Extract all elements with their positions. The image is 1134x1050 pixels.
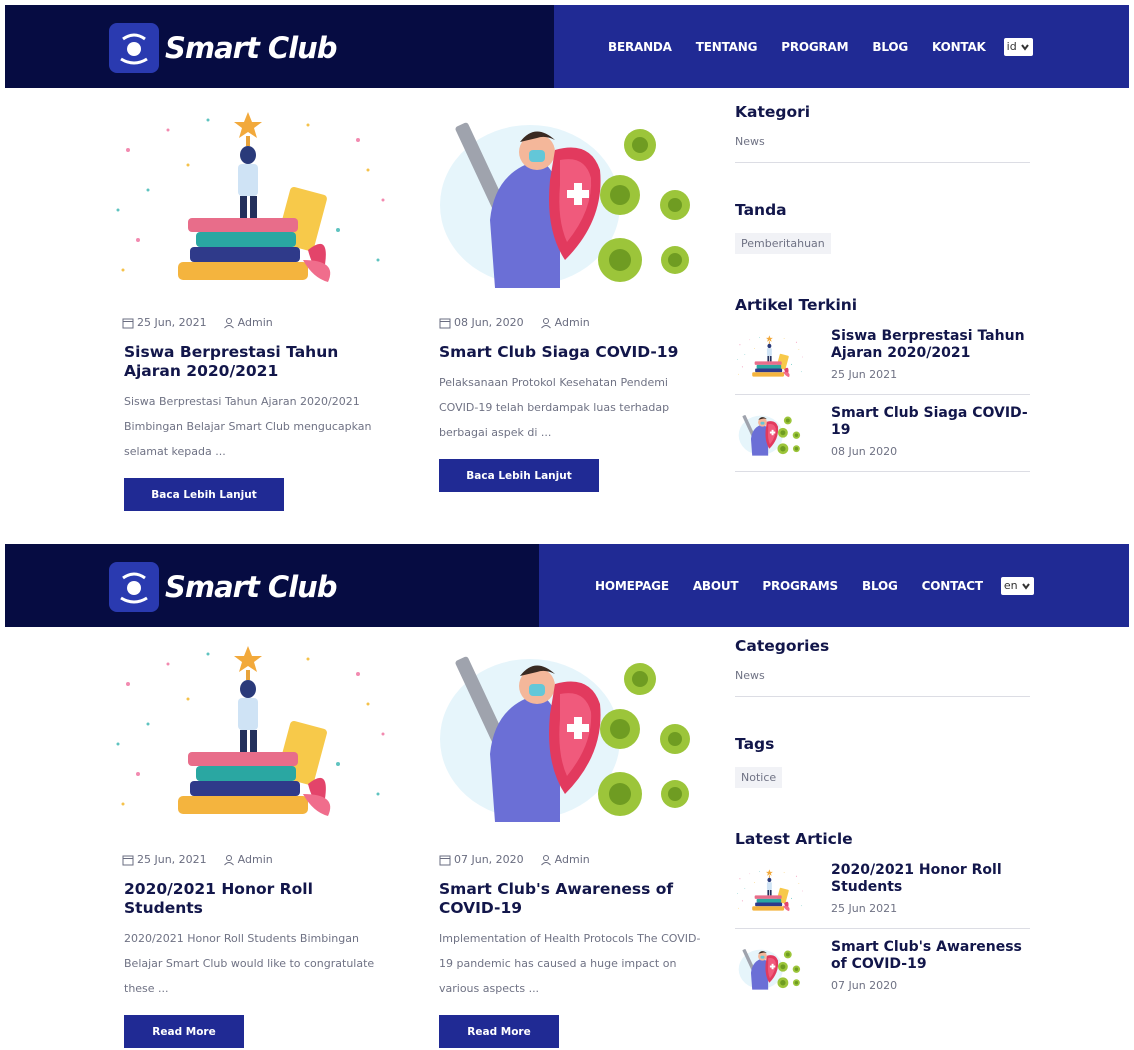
latest-heading: Latest Article: [735, 830, 853, 848]
post-excerpt: 2020/2021 Honor Roll Students Bimbingan …: [124, 932, 375, 995]
smart-club-logo: [109, 23, 159, 73]
latest-title[interactable]: Smart Club's Awareness of COVID-19: [831, 939, 1030, 973]
nav-contact[interactable]: CONTACT: [922, 579, 983, 593]
nav-kontak[interactable]: KONTAK: [932, 40, 986, 54]
language-select[interactable]: id: [1003, 37, 1033, 56]
user-icon: [223, 317, 234, 328]
user-icon: [540, 317, 551, 328]
brand-name: Smart Club: [165, 570, 338, 604]
logo[interactable]: Smart Club: [109, 23, 338, 73]
post-excerpt: Implementation of Health Protocols The C…: [439, 932, 701, 995]
read-more-button[interactable]: Baca Lebih Lanjut: [124, 478, 284, 511]
post-title[interactable]: Smart Club's Awareness of COVID-19: [439, 880, 699, 918]
nav-about[interactable]: ABOUT: [693, 579, 739, 593]
navbar: Smart Club HOMEPAGE ABOUT PROGRAMS BLOG …: [5, 544, 1129, 627]
calendar-icon: [122, 318, 134, 328]
read-more-button[interactable]: Read More: [439, 1015, 559, 1048]
category-link[interactable]: News: [735, 135, 1030, 148]
post-author[interactable]: Admin: [555, 853, 590, 866]
post-image[interactable]: [425, 644, 710, 824]
post-date: 25 Jun, 2021: [137, 853, 207, 866]
language-value: id: [1006, 40, 1017, 53]
post-meta: 25 Jun, 2021 Admin: [122, 316, 393, 329]
latest-article[interactable]: Smart Club Siaga COVID-19 08 Jun 2020: [735, 395, 1030, 472]
brand-name: Smart Club: [165, 31, 338, 65]
nav-blog[interactable]: BLOG: [862, 579, 898, 593]
calendar-icon: [122, 855, 134, 865]
post-author[interactable]: Admin: [555, 316, 590, 329]
divider: [735, 162, 1030, 163]
post-meta: 07 Jun, 2020 Admin: [439, 853, 710, 866]
post-image[interactable]: [108, 110, 393, 290]
tags-heading: Tanda: [735, 201, 787, 219]
latest-title[interactable]: Smart Club Siaga COVID-19: [831, 405, 1030, 439]
post-card: 25 Jun, 2021 Admin Siswa Berprestasi Tah…: [108, 110, 393, 511]
post-title[interactable]: Siswa Berprestasi Tahun Ajaran 2020/2021: [124, 343, 384, 381]
language-select[interactable]: en: [1000, 576, 1034, 595]
chevron-down-icon: [1020, 43, 1029, 51]
latest-title[interactable]: 2020/2021 Honor Roll Students: [831, 862, 1030, 896]
post-card: 07 Jun, 2020 Admin Smart Club's Awarenes…: [425, 644, 710, 1048]
calendar-icon: [439, 855, 451, 865]
nav-homepage[interactable]: HOMEPAGE: [595, 579, 669, 593]
chevron-down-icon: [1021, 582, 1030, 590]
latest-date: 07 Jun 2020: [831, 979, 898, 992]
tag-chip[interactable]: Notice: [735, 767, 783, 788]
read-more-button[interactable]: Baca Lebih Lanjut: [439, 459, 599, 492]
screenshot-english: Smart Club HOMEPAGE ABOUT PROGRAMS BLOG …: [0, 544, 1134, 1050]
nav-beranda[interactable]: BERANDA: [608, 40, 672, 54]
main-menu: HOMEPAGE ABOUT PROGRAMS BLOG CONTACT en: [595, 544, 1034, 627]
post-meta: 08 Jun, 2020 Admin: [439, 316, 710, 329]
nav-blog[interactable]: BLOG: [872, 40, 908, 54]
post-image[interactable]: [425, 110, 710, 290]
language-value: en: [1003, 579, 1018, 592]
post-meta: 25 Jun, 2021 Admin: [122, 853, 393, 866]
main-menu: BERANDA TENTANG PROGRAM BLOG KONTAK id: [608, 5, 1033, 88]
post-card: 08 Jun, 2020 Admin Smart Club Siaga COVI…: [425, 110, 710, 492]
post-date: 08 Jun, 2020: [454, 316, 524, 329]
user-icon: [223, 854, 234, 865]
post-card: 25 Jun, 2021 Admin 2020/2021 Honor Roll …: [108, 644, 393, 1048]
latest-date: 25 Jun 2021: [831, 368, 898, 381]
latest-article[interactable]: 2020/2021 Honor Roll Students 25 Jun 2021: [735, 852, 1030, 929]
post-date: 07 Jun, 2020: [454, 853, 524, 866]
latest-heading: Artikel Terkini: [735, 296, 858, 314]
categories-heading: Kategori: [735, 103, 811, 121]
tags-heading: Tags: [735, 735, 775, 753]
post-author[interactable]: Admin: [238, 853, 273, 866]
latest-date: 08 Jun 2020: [831, 445, 898, 458]
latest-thumbnail: [735, 405, 805, 463]
categories-heading: Categories: [735, 637, 830, 655]
post-date: 25 Jun, 2021: [137, 316, 207, 329]
read-more-button[interactable]: Read More: [124, 1015, 244, 1048]
sidebar: Kategori News Tanda Pemberitahuan Artike…: [735, 103, 1030, 472]
logo[interactable]: Smart Club: [109, 562, 338, 612]
nav-tentang[interactable]: TENTANG: [696, 40, 758, 54]
user-icon: [540, 854, 551, 865]
latest-date: 25 Jun 2021: [831, 902, 898, 915]
nav-programs[interactable]: PROGRAMS: [762, 579, 838, 593]
calendar-icon: [439, 318, 451, 328]
divider: [735, 696, 1030, 697]
post-excerpt: Pelaksanaan Protokol Kesehatan Pendemi C…: [439, 376, 670, 439]
latest-title[interactable]: Siswa Berprestasi Tahun Ajaran 2020/2021: [831, 328, 1030, 362]
latest-thumbnail: [735, 862, 805, 920]
navbar: Smart Club BERANDA TENTANG PROGRAM BLOG …: [5, 5, 1129, 88]
screenshot-indonesian: Smart Club BERANDA TENTANG PROGRAM BLOG …: [0, 5, 1134, 525]
latest-thumbnail: [735, 939, 805, 997]
post-title[interactable]: 2020/2021 Honor Roll Students: [124, 880, 384, 918]
post-author[interactable]: Admin: [238, 316, 273, 329]
sidebar: Categories News Tags Notice Latest Artic…: [735, 637, 1030, 1005]
post-excerpt: Siswa Berprestasi Tahun Ajaran 2020/2021…: [124, 395, 372, 458]
post-image[interactable]: [108, 644, 393, 824]
latest-article[interactable]: Siswa Berprestasi Tahun Ajaran 2020/2021…: [735, 318, 1030, 395]
post-title[interactable]: Smart Club Siaga COVID-19: [439, 343, 699, 362]
smart-club-logo: [109, 562, 159, 612]
latest-article[interactable]: Smart Club's Awareness of COVID-19 07 Jun…: [735, 929, 1030, 1005]
tag-chip[interactable]: Pemberitahuan: [735, 233, 831, 254]
latest-thumbnail: [735, 328, 805, 386]
category-link[interactable]: News: [735, 669, 1030, 682]
nav-program[interactable]: PROGRAM: [781, 40, 848, 54]
